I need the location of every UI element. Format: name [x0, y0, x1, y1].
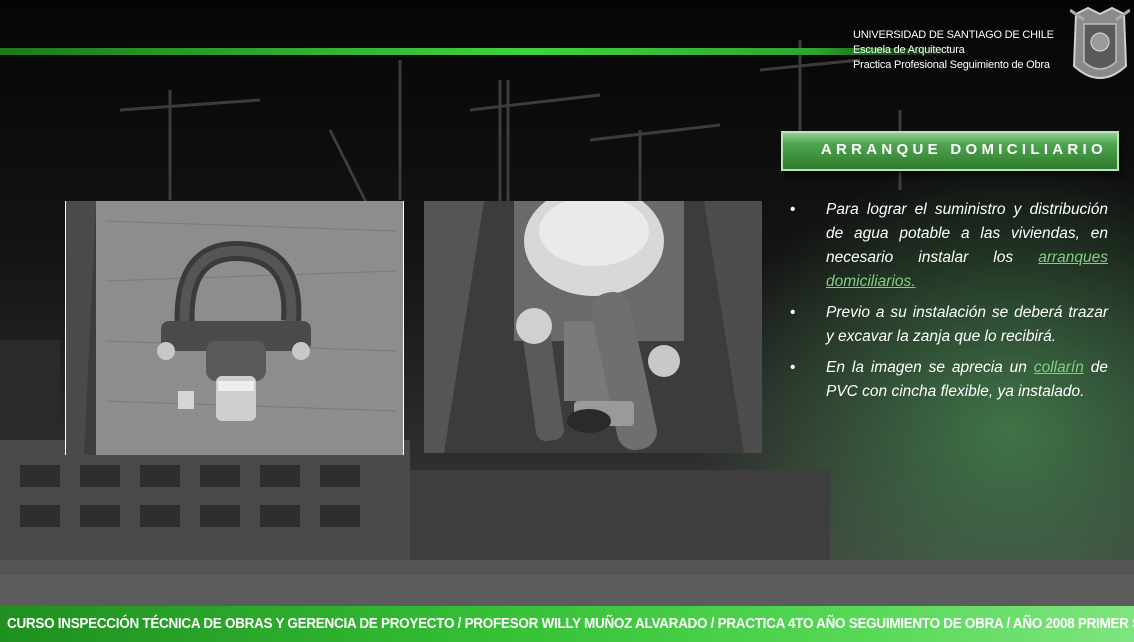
footer-bar: CURSO INSPECCIÓN TÉCNICA DE OBRAS Y GERE…	[0, 606, 1134, 642]
bullet-item: • Previo a su instalación se deberá traz…	[790, 301, 1108, 349]
school-name: Escuela de Arquitectura	[853, 44, 965, 56]
top-accent-bar	[0, 48, 960, 55]
bullet-item: • Para lograr el suministro y distribuci…	[790, 198, 1108, 294]
bullet-symbol: •	[790, 304, 796, 321]
bullet-item: • En la imagen se aprecia un collarín de…	[790, 356, 1108, 404]
bullet-text: En la imagen se aprecia un	[826, 359, 1034, 376]
bullet-symbol: •	[790, 359, 796, 376]
link-collarin[interactable]: collarín	[1034, 359, 1084, 376]
university-crest-icon	[1070, 6, 1130, 79]
course-name: Practica Profesional Seguimiento de Obra	[853, 59, 1050, 71]
bullet-text: Previo a su instalación se deberá trazar…	[826, 304, 1108, 345]
bullet-symbol: •	[790, 201, 796, 218]
university-name: UNIVERSIDAD DE SANTIAGO DE CHILE	[853, 29, 1054, 41]
institution-header: UNIVERSIDAD DE SANTIAGO DE CHILE Escuela…	[853, 28, 1054, 73]
footer-course-info: CURSO INSPECCIÓN TÉCNICA DE OBRAS Y GERE…	[7, 616, 1134, 632]
slide: UNIVERSIDAD DE SANTIAGO DE CHILE Escuela…	[0, 0, 1134, 642]
photo-trench-installation	[424, 201, 762, 453]
slide-title-box: ARRANQUE DOMICILIARIO	[781, 131, 1119, 171]
slide-title: ARRANQUE DOMICILIARIO	[820, 141, 1107, 158]
content-bullets: • Para lograr el suministro y distribuci…	[790, 198, 1108, 411]
photo-pvc-clamp	[65, 201, 404, 455]
